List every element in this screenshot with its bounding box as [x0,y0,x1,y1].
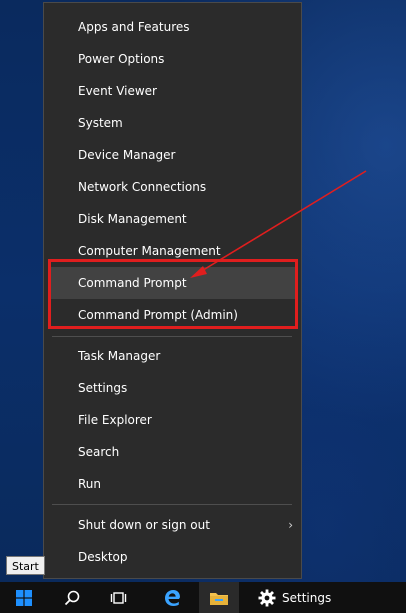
menu-item-file-explorer[interactable]: File Explorer [44,404,301,436]
winx-power-user-menu: Apps and Features Power Options Event Vi… [43,2,302,579]
edge-icon [165,589,180,606]
menu-item-apps-and-features[interactable]: Apps and Features [44,11,301,43]
search-icon [64,590,80,605]
settings-taskbar-button[interactable]: Settings [246,582,338,613]
menu-item-power-options[interactable]: Power Options [44,43,301,75]
menu-item-label: Shut down or sign out [78,518,210,532]
windows-logo-icon [16,589,32,606]
menu-item-system[interactable]: System [44,107,301,139]
gear-icon [258,589,276,606]
menu-separator [52,336,292,337]
menu-item-desktop[interactable]: Desktop [44,541,301,573]
menu-item-device-manager[interactable]: Device Manager [44,139,301,171]
file-explorer-icon [210,592,228,605]
menu-item-network-connections[interactable]: Network Connections [44,171,301,203]
menu-item-command-prompt-admin[interactable]: Command Prompt (Admin) [44,299,301,331]
search-button[interactable] [52,582,92,613]
file-explorer-button[interactable] [199,582,239,613]
start-tooltip: Start [6,556,45,575]
menu-item-command-prompt[interactable]: Command Prompt [49,267,296,299]
menu-item-task-manager[interactable]: Task Manager [44,340,301,372]
settings-taskbar-label: Settings [282,590,332,605]
menu-item-shut-down-or-sign-out[interactable]: Shut down or sign out › [44,509,301,541]
menu-separator [52,504,292,505]
start-button[interactable] [0,582,48,613]
menu-item-search[interactable]: Search [44,436,301,468]
chevron-right-icon: › [288,518,293,532]
menu-item-event-viewer[interactable]: Event Viewer [44,75,301,107]
task-view-button[interactable] [99,582,139,613]
taskbar: Settings [0,582,406,613]
menu-item-computer-management[interactable]: Computer Management [44,235,301,267]
menu-item-settings[interactable]: Settings [44,372,301,404]
menu-item-run[interactable]: Run [44,468,301,500]
menu-item-disk-management[interactable]: Disk Management [44,203,301,235]
task-view-icon [110,591,127,604]
edge-button[interactable] [152,582,192,613]
